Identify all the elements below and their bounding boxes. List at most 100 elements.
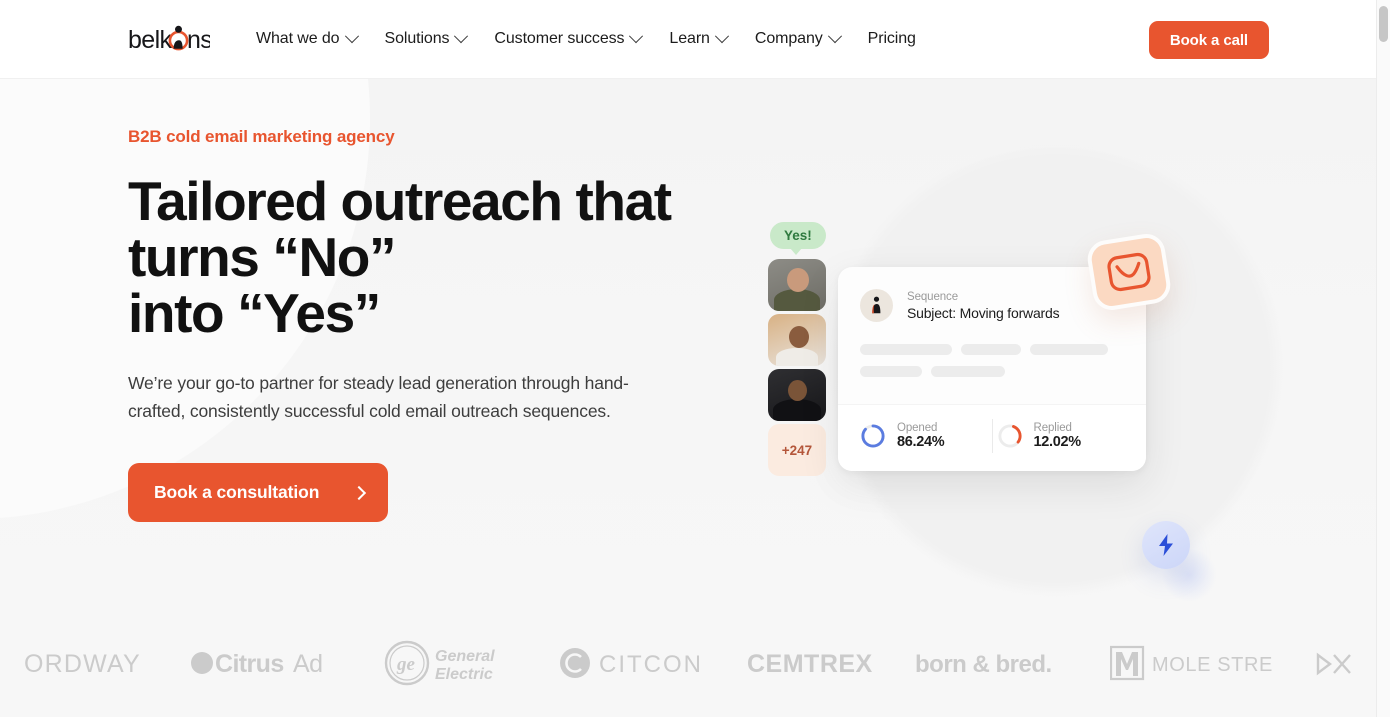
- avatar-overflow-count: +247: [768, 424, 826, 476]
- avatar-head: [787, 268, 809, 292]
- client-logo-citrusad: Citrus Ad: [190, 647, 340, 679]
- stat-value: 86.24%: [897, 434, 945, 450]
- dx-logo-icon: [1316, 652, 1351, 676]
- client-logo-general-electric: ge General Electric: [383, 639, 517, 687]
- svg-text:CITCON: CITCON: [599, 651, 703, 678]
- skeleton-bar: [961, 344, 1021, 355]
- chevron-down-icon: [454, 29, 469, 44]
- avatar: [768, 314, 826, 366]
- skeleton-bar: [1030, 344, 1108, 355]
- browser-viewport: belk ns What we do Solutions Customer su…: [0, 0, 1390, 717]
- nav-item-solutions[interactable]: Solutions: [371, 22, 481, 56]
- client-logo-born-and-bred: born & bred.: [915, 647, 1067, 679]
- nav-label: Pricing: [867, 30, 916, 47]
- sequence-subject: Subject: Moving forwards: [907, 304, 1060, 321]
- svg-text:Citrus: Citrus: [215, 650, 284, 678]
- hero-cta-label: Book a consultation: [154, 482, 320, 502]
- svg-text:ns: ns: [187, 26, 210, 54]
- svg-text:belk: belk: [128, 26, 173, 54]
- cemtrex-logo-icon: CEMTREX: [747, 650, 873, 678]
- nav-item-learn[interactable]: Learn: [655, 22, 740, 56]
- ordway-logo-icon: ORDWAY: [24, 650, 141, 678]
- avatar-body: [773, 399, 821, 421]
- headline-line-3: into “Yes”: [128, 282, 381, 344]
- nav-item-company[interactable]: Company: [741, 22, 854, 56]
- nav-item-customer-success[interactable]: Customer success: [480, 22, 655, 56]
- nav-label: Company: [754, 30, 823, 47]
- belkins-logo[interactable]: belk ns: [128, 19, 210, 59]
- lightning-badge: [1142, 521, 1190, 569]
- stat-divider: [991, 419, 993, 453]
- svg-text:ORDWAY: ORDWAY: [24, 650, 141, 678]
- page-scrollbar[interactable]: [1376, 0, 1390, 717]
- chevron-down-icon: [344, 29, 359, 44]
- stat-label: Opened: [897, 422, 938, 434]
- avatar-body: [776, 348, 818, 366]
- belkins-logo-icon: belk ns: [128, 25, 210, 54]
- svg-text:ge: ge: [396, 654, 416, 675]
- sequence-eyebrow: Sequence: [907, 290, 958, 303]
- stat-text: Replied 12.02%: [1033, 422, 1082, 450]
- nav-label: Customer success: [494, 30, 625, 47]
- nav-item-what-we-do[interactable]: What we do: [256, 22, 371, 56]
- svg-text:Electric: Electric: [435, 666, 493, 683]
- headline-line-1: Tailored outreach that: [128, 170, 672, 232]
- envelope-icon: [1107, 252, 1151, 292]
- svg-text:born & bred.: born & bred.: [915, 651, 1052, 678]
- book-a-consultation-button[interactable]: Book a consultation: [128, 463, 388, 522]
- belkins-mark-glyph: [872, 296, 881, 314]
- lightning-bolt-icon: [1159, 534, 1173, 556]
- client-logo-citcon: CITCON: [559, 646, 705, 680]
- nav-label: Solutions: [384, 30, 450, 47]
- chevron-right-icon: [351, 485, 367, 500]
- skeleton-row: [860, 344, 1124, 355]
- chevron-down-icon: [827, 29, 842, 44]
- client-logo-mole-street: MOLE STREET: [1109, 644, 1274, 682]
- skeleton-row: [860, 366, 1124, 377]
- replied-progress-ring: [997, 424, 1022, 448]
- chevron-down-icon: [714, 29, 729, 44]
- hero-section: B2B cold email marketing agency Tailored…: [0, 79, 1376, 609]
- sequence-body-placeholder: [860, 344, 1124, 377]
- sequence-titles: Sequence Subject: Moving forwards: [907, 290, 1060, 321]
- nav-label: Learn: [669, 30, 710, 47]
- client-logo-ordway: ORDWAY: [24, 647, 148, 679]
- stat-replied: Replied 12.02%: [997, 422, 1125, 450]
- avatar-head: [788, 380, 807, 401]
- avatar: [768, 259, 826, 311]
- skeleton-bar: [931, 366, 1005, 377]
- client-logo-dx: [1316, 647, 1360, 679]
- headline-line-2: turns “No”: [128, 226, 397, 288]
- opened-progress-ring: [861, 424, 885, 448]
- prospect-avatar-stack: +247: [768, 259, 826, 476]
- stat-text: Opened 86.24%: [897, 422, 945, 450]
- born-and-bred-logo-icon: born & bred.: [915, 651, 1052, 678]
- skeleton-bar: [860, 366, 922, 377]
- avatar: [768, 369, 826, 421]
- stat-label: Replied: [1033, 422, 1072, 434]
- stat-value: 12.02%: [1033, 434, 1082, 450]
- avatar-head: [789, 326, 809, 348]
- book-a-call-button[interactable]: Book a call: [1148, 21, 1269, 59]
- client-logo-cemtrex: CEMTREX: [747, 647, 873, 679]
- hero-illustration: Yes! +247 Sequence Subject: Moving forwa…: [760, 219, 1230, 609]
- hero-eyebrow: B2B cold email marketing agency: [128, 127, 395, 146]
- scrollbar-thumb[interactable]: [1379, 6, 1388, 42]
- stat-opened: Opened 86.24%: [860, 422, 988, 450]
- hero-subcopy: We’re your go-to partner for steady lead…: [128, 373, 629, 421]
- mole-street-logo-icon: MOLE STREET: [1109, 645, 1274, 681]
- yes-bubble: Yes!: [770, 222, 826, 255]
- site-header: belk ns What we do Solutions Customer su…: [0, 0, 1376, 79]
- nav-item-pricing[interactable]: Pricing: [854, 22, 930, 56]
- chevron-down-icon: [629, 29, 644, 44]
- general-electric-logo-icon: ge General Electric: [384, 640, 495, 686]
- svg-text:General: General: [435, 648, 495, 665]
- svg-text:MOLE STREET: MOLE STREET: [1152, 654, 1274, 676]
- envelope-badge: [1085, 231, 1173, 313]
- page-content: belk ns What we do Solutions Customer su…: [0, 0, 1376, 717]
- citrusad-logo-icon: Citrus Ad: [191, 650, 323, 678]
- sequence-stats: Opened 86.24% Replied 12.02%: [838, 404, 1146, 471]
- svg-text:CEMTREX: CEMTREX: [747, 650, 873, 678]
- belkins-mark-icon: [860, 289, 893, 322]
- sequence-header: Sequence Subject: Moving forwards: [860, 289, 1124, 322]
